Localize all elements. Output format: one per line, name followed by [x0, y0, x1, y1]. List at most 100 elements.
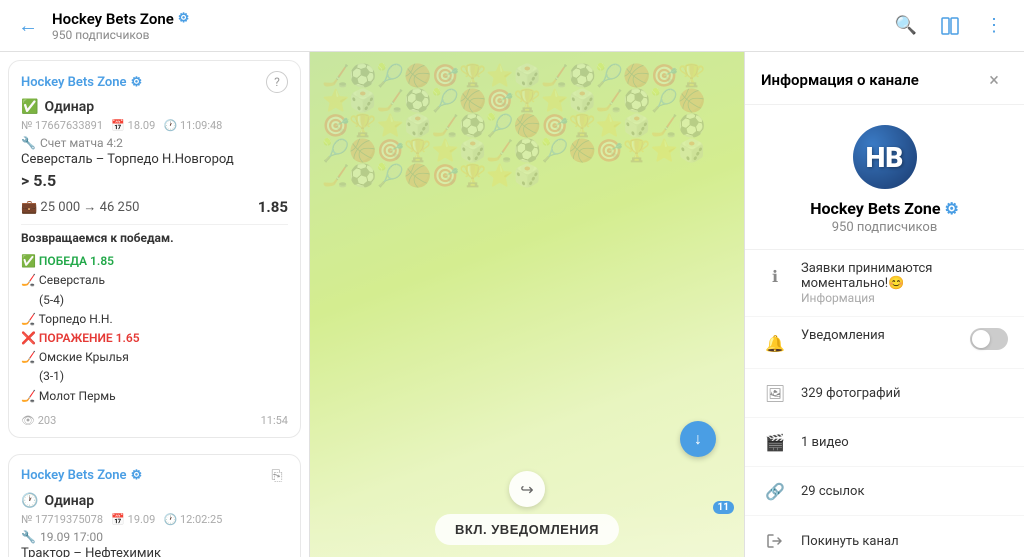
back-button[interactable]: ← — [12, 10, 44, 42]
result-score2: (3-1) — [39, 367, 288, 386]
result-win: ✅ ПОБЕДА 1.85 — [21, 252, 288, 271]
info-row-notifications[interactable]: 🔔 Уведомления — [745, 317, 1024, 369]
channel-profile: HB Hockey Bets Zone ⚙ 950 подписчиков — [745, 105, 1024, 250]
avatar-inner: HB — [853, 125, 917, 189]
msg1-sender-label: Hockey Bets Zone — [21, 75, 127, 90]
top-bar: ← Hockey Bets Zone ⚙ 950 подписчиков 🔍 ⋮ — [0, 0, 1024, 52]
info-icon: ℹ — [761, 262, 789, 290]
main-layout: Hockey Bets Zone ⚙ ? ✅ Одинар № 17667633… — [0, 52, 1024, 557]
message-card-1: Hockey Bets Zone ⚙ ? ✅ Одинар № 17667633… — [8, 60, 301, 438]
channel-info-top: Hockey Bets Zone ⚙ 950 подписчиков — [52, 10, 888, 42]
info-text: Заявки принимаются моментально!😊 — [801, 261, 1008, 291]
notifications-toggle[interactable] — [970, 328, 1008, 350]
info-panel: Информация о канале × HB Hockey Bets Zon… — [744, 52, 1024, 557]
msg2-bet-id: № 17719375078 📅 19.09 🕐 12:02:25 — [21, 513, 288, 526]
back-icon: ← — [18, 13, 38, 38]
msg1-bet-icon: ✅ — [21, 99, 38, 115]
msg2-copy-btn[interactable]: ⎘ — [266, 465, 288, 487]
menu-button[interactable]: ⋮ — [976, 8, 1012, 44]
msg2-time: 🕐 12:02:25 — [164, 513, 223, 526]
msg1-views: 👁 203 — [21, 414, 56, 427]
msg1-header: Hockey Bets Zone ⚙ ? — [21, 71, 288, 93]
result-team2b: 🏒 Молот Пермь — [21, 387, 288, 406]
msg1-footer: 👁 203 11:54 — [21, 410, 288, 427]
wallet-icon: 💼 — [21, 200, 37, 215]
msg1-results: ✅ ПОБЕДА 1.85 🏒 Северсталь (5-4) 🏒 Торпе… — [21, 252, 288, 406]
info-panel-title: Информация о канале — [761, 71, 919, 89]
msg1-bet-label: Одинар — [44, 99, 94, 115]
close-button[interactable]: × — [980, 66, 1008, 94]
message-card-2: Hockey Bets Zone ⚙ ⎘ 🕐 Одинар № 17719375… — [8, 454, 301, 557]
stat-row-video[interactable]: 🎬 1 видео — [745, 418, 1024, 467]
video-icon: 🎬 — [761, 428, 789, 456]
leave-label: Покинуть канал — [801, 534, 899, 549]
channel-name-label: Hockey Bets Zone — [52, 10, 174, 28]
info-row-description-content: Заявки принимаются моментально!😊 Информа… — [801, 261, 1008, 305]
columns-button[interactable] — [932, 8, 968, 44]
msg1-bet-type: ✅ Одинар — [21, 99, 288, 115]
photos-label: 329 фотографий — [801, 386, 901, 401]
stat-row-photos[interactable]: 🖼 329 фотографий — [745, 369, 1024, 418]
msg1-match: Северсталь – Торпедо Н.Новгород — [21, 152, 288, 167]
result-team1b: 🏒 Торпедо Н.Н. — [21, 310, 288, 329]
msg1-bet-id: № 17667633891 📅 18.09 🕐 11:09:48 — [21, 119, 288, 132]
msg1-coeff: 1.85 — [258, 198, 288, 216]
leave-icon — [761, 527, 789, 555]
channel-name-top: Hockey Bets Zone ⚙ — [52, 10, 888, 28]
msg2-bet-icon: 🕐 — [21, 493, 38, 509]
schedule-icon: 🔧 — [21, 530, 36, 544]
wallpaper-panel: 🏒⚽🎾🏀🎯🏆⭐🎲🏒⚽🎾🏀🎯🏆⭐🎲🏒⚽🎾🏀🎯🏆⭐🎲🏒⚽🎾🏀🎯🏆⭐🎲🏒⚽🎾🏀🎯🏆⭐🎲… — [310, 52, 744, 557]
msg2-schedule: 🔧 19.09 17:00 — [21, 530, 288, 544]
msg2-match: Трактор – Нефтехимик — [21, 546, 288, 557]
search-button[interactable]: 🔍 — [888, 8, 924, 44]
msg2-sender: Hockey Bets Zone ⚙ — [21, 468, 142, 483]
top-bar-icons: 🔍 ⋮ — [888, 8, 1012, 44]
msg1-score: 🔧 Счет матча 4:2 — [21, 136, 288, 150]
msg1-time: 🕐 11:09:48 — [164, 119, 223, 132]
stat-row-links[interactable]: 🔗 29 ссылок — [745, 467, 1024, 516]
notifications-label: Уведомления — [801, 328, 958, 343]
toggle-thumb — [972, 330, 990, 348]
msg2-sender-label: Hockey Bets Zone — [21, 468, 127, 483]
result-score1: (5-4) — [39, 291, 288, 310]
scroll-down-button[interactable]: ↓ — [680, 421, 716, 457]
msg1-amount-text: 💼 25 000 → 46 250 — [21, 199, 139, 215]
msg1-amounts: 💼 25 000 → 46 250 1.85 — [21, 198, 288, 216]
info-sub: Информация — [801, 291, 1008, 305]
result-team2a: 🏒 Омские Крылья — [21, 348, 288, 367]
result-team1a: 🏒 Северсталь — [21, 271, 288, 290]
info-verified-icon: ⚙ — [944, 199, 958, 218]
channel-subscribers-label: 950 подписчиков — [52, 28, 888, 42]
links-label: 29 ссылок — [801, 484, 865, 499]
channel-name-info: Hockey Bets Zone ⚙ — [810, 199, 959, 218]
msg2-date: 📅 19.09 — [111, 513, 155, 526]
msg1-sender: Hockey Bets Zone ⚙ — [21, 75, 142, 90]
video-label: 1 видео — [801, 435, 849, 450]
channel-name-info-label: Hockey Bets Zone — [810, 199, 940, 218]
msg1-bet-value: > 5.5 — [21, 171, 288, 190]
link-icon: 🔗 — [761, 477, 789, 505]
msg1-result-line: Возвращаемся к победам. — [21, 229, 288, 248]
chat-panel: Hockey Bets Zone ⚙ ? ✅ Одинар № 17667633… — [0, 52, 310, 557]
msg1-footer-time: 11:54 — [261, 414, 288, 427]
notifications-button[interactable]: ВКЛ. УВЕДОМЛЕНИЯ — [435, 514, 619, 545]
bell-icon: 🔔 — [761, 329, 789, 357]
msg1-date: 📅 18.09 — [111, 119, 155, 132]
channel-subs-info: 950 подписчиков — [832, 220, 938, 235]
action-row-leave[interactable]: Покинуть канал — [745, 516, 1024, 557]
divider1 — [21, 224, 288, 225]
result-lose: ❌ ПОРАЖЕНИЕ 1.65 — [21, 329, 288, 348]
verified-icon: ⚙ — [178, 11, 190, 26]
msg1-verified: ⚙ — [131, 75, 143, 90]
msg2-bet-type: 🕐 Одинар — [21, 493, 288, 509]
score-icon: 🔧 — [21, 136, 36, 150]
msg2-bet-label: Одинар — [44, 493, 94, 509]
photo-icon: 🖼 — [761, 379, 789, 407]
wallpaper-bottom: ВКЛ. УВЕДОМЛЕНИЯ — [310, 502, 744, 557]
msg2-verified: ⚙ — [131, 468, 143, 483]
info-panel-header: Информация о канале × — [745, 52, 1024, 105]
msg2-header: Hockey Bets Zone ⚙ ⎘ — [21, 465, 288, 487]
channel-avatar: HB — [853, 125, 917, 189]
msg1-info-btn[interactable]: ? — [266, 71, 288, 93]
info-row-description: ℹ Заявки принимаются моментально!😊 Инфор… — [745, 250, 1024, 317]
